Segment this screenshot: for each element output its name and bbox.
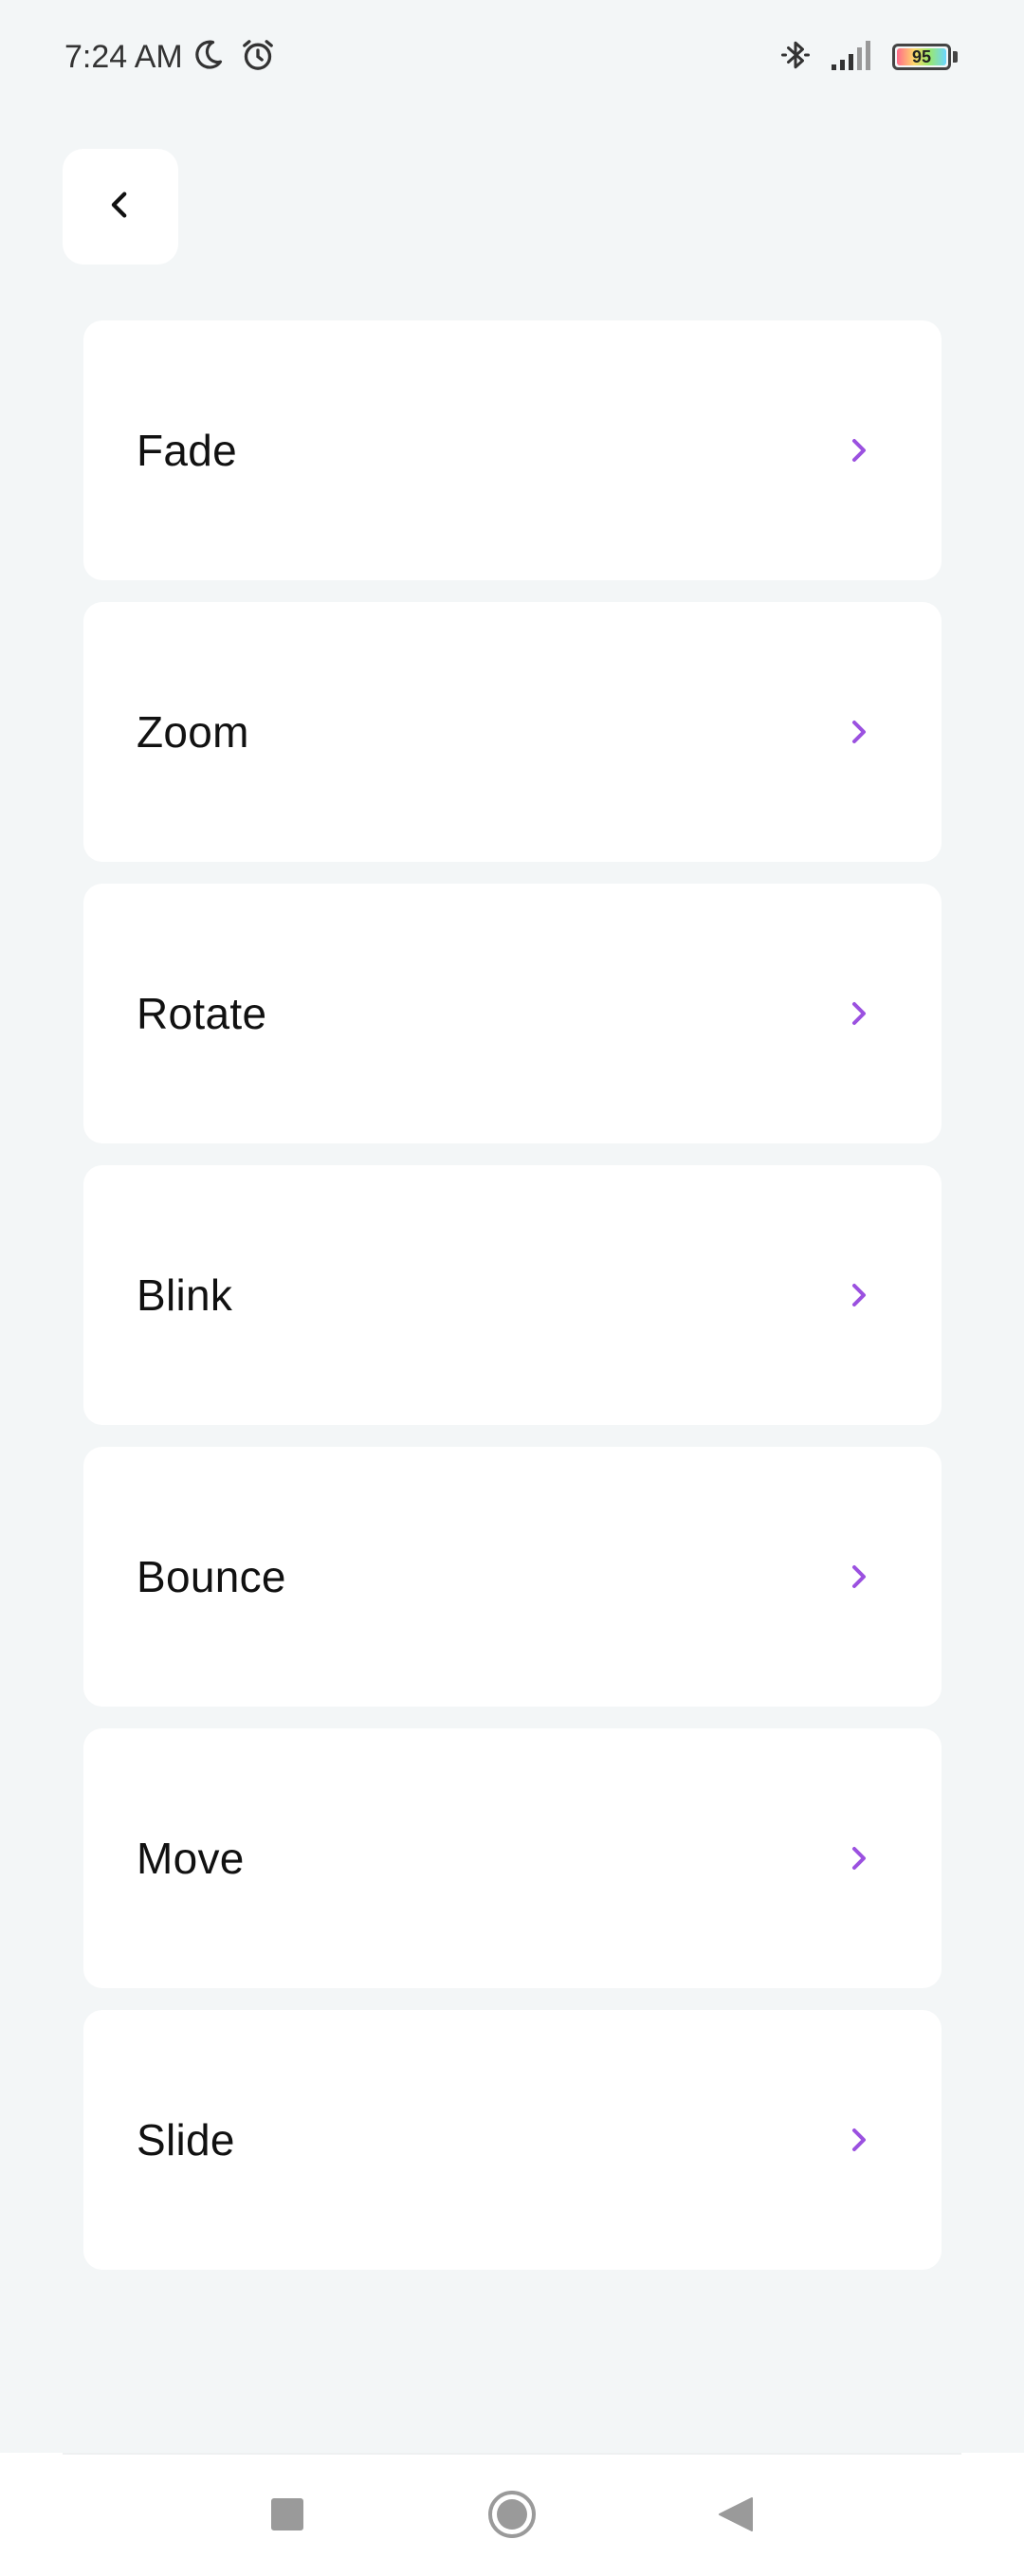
list-item-label: Blink xyxy=(137,1270,233,1320)
back-triangle-icon xyxy=(716,2495,754,2538)
back-button[interactable] xyxy=(63,149,178,265)
status-right-icons: 95 xyxy=(778,34,958,80)
list-item-label: Bounce xyxy=(137,1552,286,1601)
chevron-right-icon xyxy=(843,716,875,748)
battery-cap xyxy=(953,51,958,63)
list-item-blink[interactable]: Blink xyxy=(83,1165,942,1425)
home-circle-icon xyxy=(487,2490,537,2544)
chevron-right-icon xyxy=(843,997,875,1030)
recents-button[interactable] xyxy=(254,2483,320,2549)
alarm-icon xyxy=(239,36,277,79)
list-item-move[interactable]: Move xyxy=(83,1728,942,1988)
home-button[interactable] xyxy=(479,2483,545,2549)
chevron-right-icon xyxy=(843,1279,875,1311)
list-item-label: Fade xyxy=(137,426,238,475)
bluetooth-icon xyxy=(778,36,813,79)
list-item-bounce[interactable]: Bounce xyxy=(83,1447,942,1707)
nav-divider xyxy=(63,2453,961,2455)
chevron-left-icon xyxy=(104,186,137,228)
list-item-label: Slide xyxy=(137,2115,235,2165)
list-item-label: Move xyxy=(137,1834,245,1883)
chevron-right-icon xyxy=(843,2124,875,2156)
system-navigation-bar xyxy=(0,2453,1024,2576)
chevron-right-icon xyxy=(843,1561,875,1593)
list-item-fade[interactable]: Fade xyxy=(83,320,942,580)
list-item-rotate[interactable]: Rotate xyxy=(83,884,942,1143)
list-item-label: Zoom xyxy=(137,707,249,757)
chevron-right-icon xyxy=(843,1842,875,1874)
battery-icon: 95 xyxy=(892,44,958,70)
status-left-icons xyxy=(190,36,277,78)
status-bar: 7:24 AM 95 xyxy=(0,0,1024,114)
back-nav-button[interactable] xyxy=(702,2483,768,2549)
list-item-slide[interactable]: Slide xyxy=(83,2010,942,2270)
list-item-zoom[interactable]: Zoom xyxy=(83,602,942,862)
chevron-right-icon xyxy=(843,434,875,466)
moon-icon xyxy=(190,37,226,78)
status-time: 7:24 AM xyxy=(64,39,183,75)
list-item-label: Rotate xyxy=(137,989,267,1038)
battery-level: 95 xyxy=(911,47,932,66)
signal-icon xyxy=(830,38,875,77)
recents-square-icon xyxy=(270,2497,304,2536)
battery-body: 95 xyxy=(892,44,951,70)
